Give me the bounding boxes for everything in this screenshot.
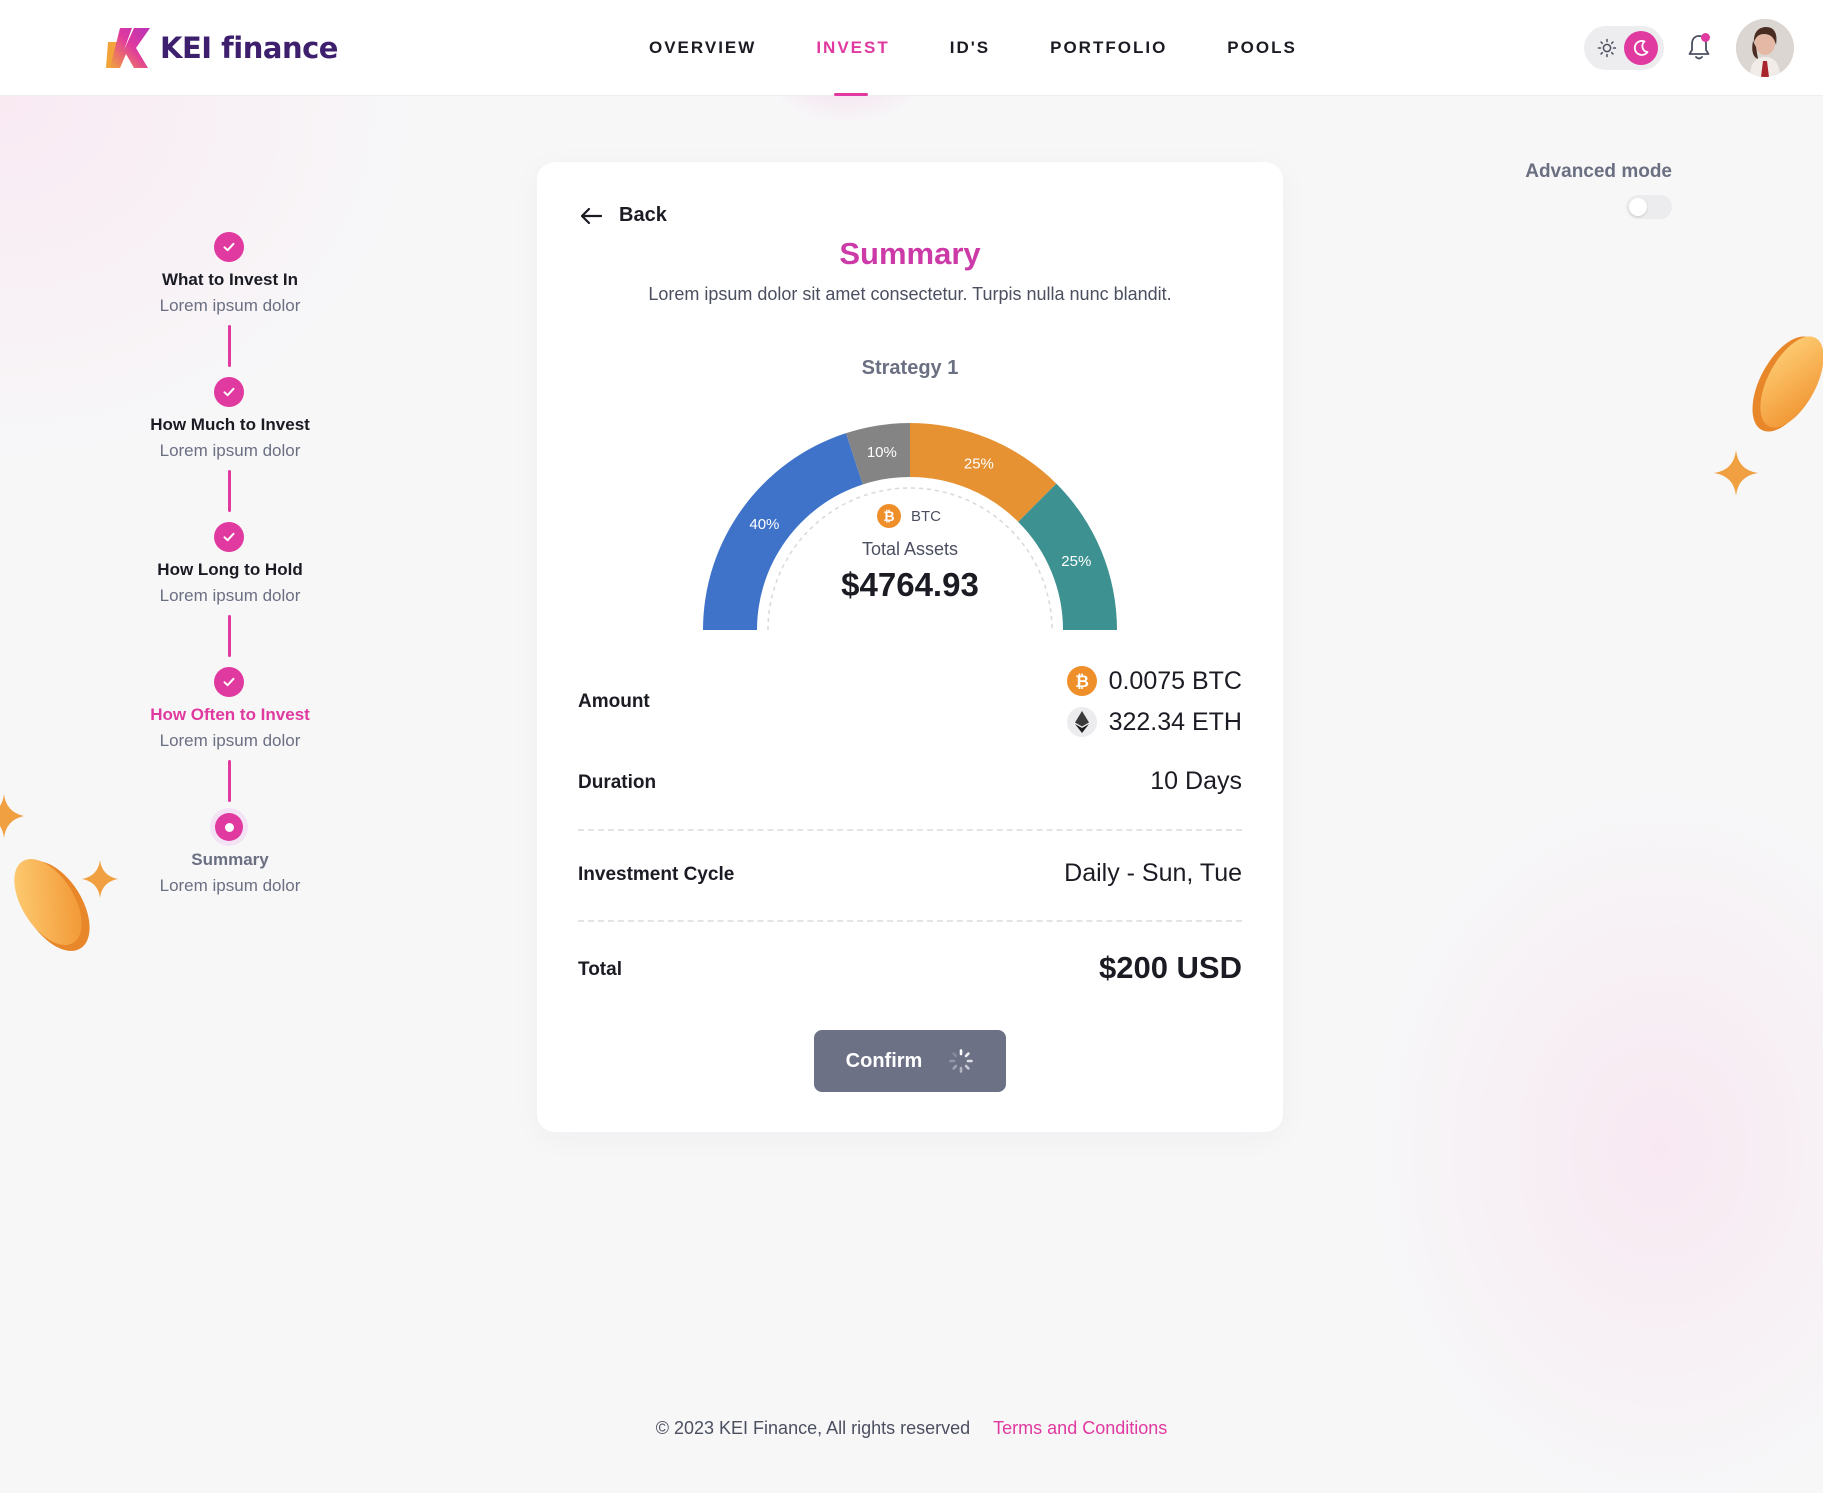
svg-text:₿: ₿ bbox=[883, 509, 894, 525]
step-connector bbox=[228, 470, 231, 512]
current-step-indicator bbox=[210, 808, 248, 846]
investment-cycle-value: Daily - Sun, Tue bbox=[1064, 859, 1242, 887]
gauge-slice-label-1: 10% bbox=[867, 444, 897, 461]
total-value: $200 USD bbox=[1098, 950, 1242, 985]
check-icon bbox=[214, 522, 244, 552]
moon-icon bbox=[1624, 31, 1658, 65]
total-assets-value: $4764.93 bbox=[841, 566, 979, 603]
step-connector bbox=[228, 760, 231, 802]
avatar[interactable] bbox=[1736, 19, 1794, 77]
confirm-button[interactable]: Confirm bbox=[814, 1030, 1006, 1092]
arrow-left-icon bbox=[580, 207, 603, 224]
terms-link[interactable]: Terms and Conditions bbox=[993, 1418, 1167, 1438]
step-subtitle: Lorem ipsum dolor bbox=[159, 876, 301, 895]
divider bbox=[578, 920, 1242, 922]
check-icon bbox=[214, 667, 244, 697]
kei-logo-icon bbox=[106, 28, 150, 68]
gold-coin-decoration bbox=[1752, 336, 1823, 432]
brand-logo[interactable]: KEI finance bbox=[106, 26, 338, 70]
nav-invest[interactable]: INVEST bbox=[755, 0, 937, 130]
svg-text:₿: ₿ bbox=[1075, 672, 1089, 692]
nav-ids[interactable]: ID'S bbox=[950, 0, 990, 96]
divider bbox=[578, 829, 1242, 831]
confirm-label: Confirm bbox=[845, 1049, 923, 1072]
check-icon bbox=[214, 377, 244, 407]
asset-tag-label: BTC bbox=[911, 507, 941, 525]
theme-toggle[interactable] bbox=[1584, 26, 1664, 70]
step-subtitle: Lorem ipsum dolor bbox=[159, 731, 301, 750]
amount-label: Amount bbox=[578, 691, 650, 712]
ethereum-icon bbox=[1066, 707, 1097, 737]
top-header: KEI finance OVERVIEW INVEST ID'S PORTFOL… bbox=[0, 0, 1823, 130]
amount-btc: ₿ 0.0075 BTC bbox=[1066, 666, 1242, 696]
advanced-mode-label: Advanced mode bbox=[1525, 161, 1672, 182]
copyright-text: © 2023 KEI Finance, All rights reserved bbox=[655, 1418, 971, 1438]
page-subtitle: Lorem ipsum dolor sit amet consectetur. … bbox=[648, 284, 1172, 304]
gauge-slice-label-0: 40% bbox=[749, 516, 779, 533]
step-title: Summary bbox=[191, 850, 269, 869]
step-title: How Much to Invest bbox=[150, 415, 310, 434]
bitcoin-icon: ₿ bbox=[1066, 666, 1097, 696]
notification-dot bbox=[1701, 33, 1710, 42]
step-connector bbox=[228, 325, 231, 367]
gold-coin-decoration bbox=[14, 859, 90, 951]
spinner-icon bbox=[949, 1049, 974, 1073]
total-assets-label: Total Assets bbox=[861, 539, 959, 559]
summary-card: Back Summary Lorem ipsum dolor sit amet … bbox=[537, 162, 1283, 1132]
back-button[interactable]: Back bbox=[579, 204, 667, 227]
footer: © 2023 KEI Finance, All rights reserved … bbox=[0, 1418, 1823, 1439]
step-subtitle: Lorem ipsum dolor bbox=[159, 441, 301, 460]
nav-overview[interactable]: OVERVIEW bbox=[649, 0, 756, 96]
step-connector bbox=[228, 615, 231, 657]
investment-cycle-label: Investment Cycle bbox=[578, 864, 735, 885]
duration-value: 10 Days bbox=[1150, 767, 1242, 795]
bitcoin-icon: ₿ bbox=[877, 504, 901, 528]
nav-pools[interactable]: POOLS bbox=[1227, 0, 1297, 96]
duration-label: Duration bbox=[578, 772, 657, 793]
step-title: How Long to Hold bbox=[157, 560, 303, 579]
step-title: How Often to Invest bbox=[150, 705, 310, 724]
gauge-slice-label-2: 25% bbox=[964, 456, 994, 473]
sparkle-icon bbox=[0, 794, 24, 838]
active-nav-indicator bbox=[834, 93, 869, 96]
back-label: Back bbox=[619, 204, 667, 226]
step-subtitle: Lorem ipsum dolor bbox=[159, 586, 301, 605]
check-icon bbox=[214, 232, 244, 262]
amount-eth: 322.34 ETH bbox=[1066, 707, 1242, 737]
total-label: Total bbox=[578, 959, 622, 980]
brand-name: KEI finance bbox=[160, 31, 338, 65]
sparkle-icon bbox=[1714, 450, 1758, 496]
amount-btc-value: 0.0075 BTC bbox=[1108, 666, 1242, 695]
nav-portfolio[interactable]: PORTFOLIO bbox=[1050, 0, 1167, 96]
chart-title: Strategy 1 bbox=[861, 357, 959, 379]
amount-eth-value: 322.34 ETH bbox=[1108, 707, 1242, 736]
asset-tag: ₿ BTC bbox=[877, 504, 941, 528]
step-title: What to Invest In bbox=[162, 270, 298, 289]
sun-icon bbox=[1597, 38, 1617, 58]
page-title: Summary bbox=[839, 236, 981, 271]
nav-invest-label: INVEST bbox=[816, 38, 890, 57]
step-subtitle: Lorem ipsum dolor bbox=[159, 296, 301, 315]
main-nav: OVERVIEW INVEST ID'S PORTFOLIO POOLS bbox=[649, 0, 1357, 130]
advanced-mode-toggle[interactable] bbox=[1626, 195, 1672, 219]
